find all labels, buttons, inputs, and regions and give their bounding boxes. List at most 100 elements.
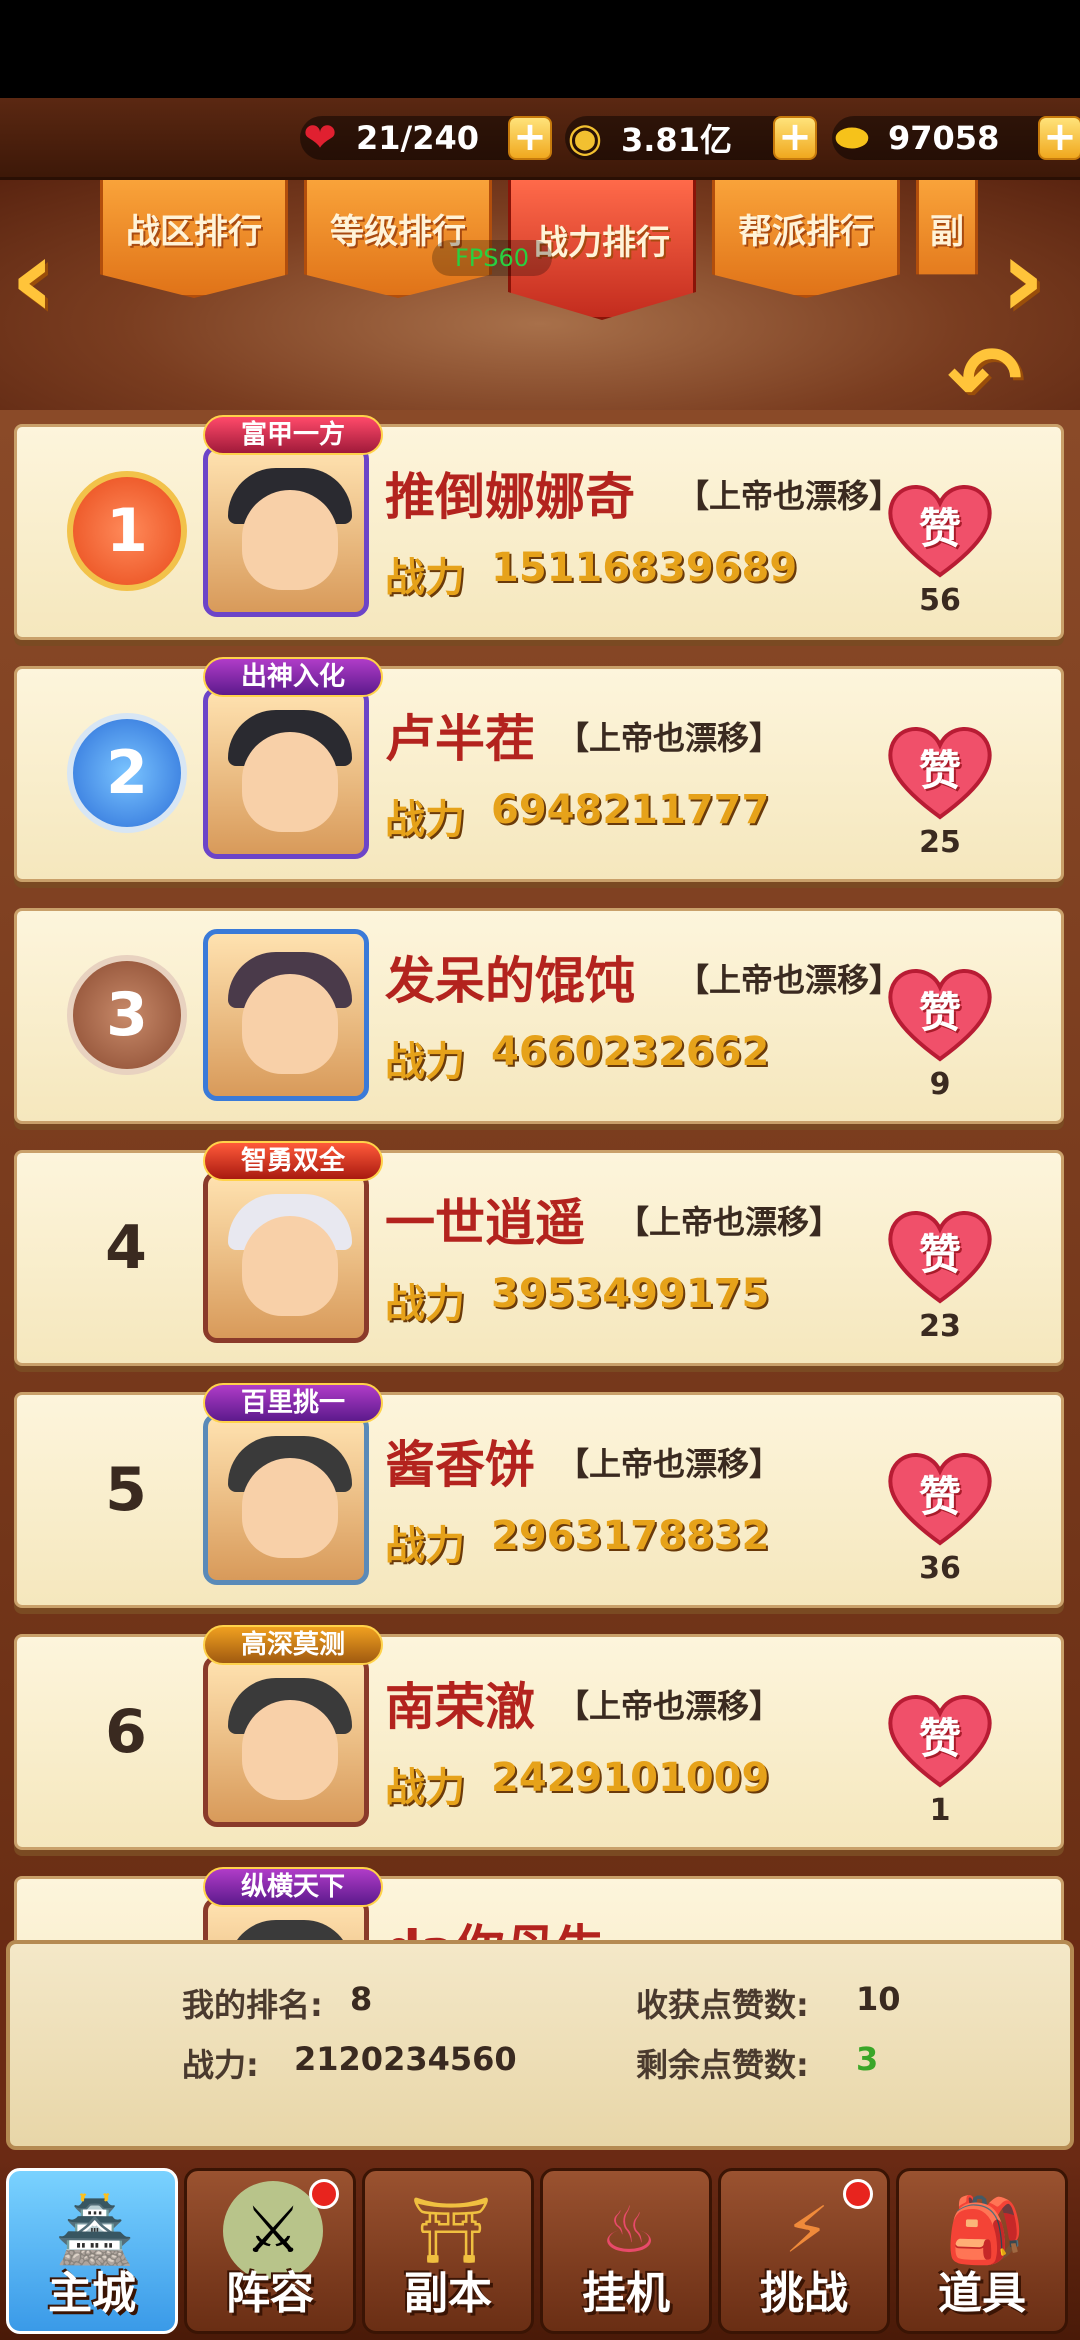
nav-items[interactable]: 🎒 道具 <box>896 2168 1068 2334</box>
avatar[interactable] <box>203 929 369 1101</box>
like-label: 赞 <box>918 988 961 1037</box>
title-badge: 富甲一方 <box>203 415 383 455</box>
like-button[interactable]: 赞 <box>883 1689 997 1789</box>
ranking-row: 纵横天下 da你母牛 <box>14 1867 1064 1940</box>
tab-level-rank[interactable]: 等级排行 <box>304 180 492 298</box>
add-ingot-button[interactable]: + <box>1038 116 1080 160</box>
player-name: 南荣澈 <box>385 1678 535 1736</box>
bottom-nav: 🏯 主城 ⚔ 阵容 ⛩ 副本 ♨ 挂机 ⚡ 挑战 🎒 道具 <box>0 2160 1080 2340</box>
nav-formation[interactable]: ⚔ 阵容 <box>184 2168 356 2334</box>
likes-received-label: 收获点赞数: <box>636 1986 809 2024</box>
nav-idle[interactable]: ♨ 挂机 <box>540 2168 712 2334</box>
player-name: 发呆的馄饨 <box>385 952 635 1010</box>
like-count: 1 <box>929 1793 951 1828</box>
nav-label: 副本 <box>404 2268 492 2319</box>
my-rank-label: 我的排名: <box>182 1986 323 2024</box>
avatar[interactable] <box>203 445 369 617</box>
nav-label: 挑战 <box>760 2268 848 2319</box>
like-button[interactable]: 赞 <box>883 721 997 821</box>
my-rank-summary: 我的排名: 8 战力: 2120234560 收获点赞数: 10 剩余点赞数: … <box>6 1940 1074 2150</box>
status-bar <box>0 0 1080 98</box>
tab-bar: ‹ 战区排行 等级排行 战力排行 帮派排行 副 › <box>0 180 1080 420</box>
ranking-row: 3 发呆的馄饨 【上帝也漂移】 战力 4660232662 赞 9 <box>14 908 1064 1124</box>
fps-counter: FPS60 <box>432 240 552 276</box>
power-label: 战力 <box>385 555 465 601</box>
avatar[interactable] <box>203 1171 369 1343</box>
like-count: 25 <box>919 825 961 860</box>
notification-dot <box>843 2179 873 2209</box>
like-button[interactable]: 赞 <box>883 1447 997 1547</box>
like-button[interactable]: 赞 <box>883 963 997 1063</box>
notification-dot <box>309 2179 339 2209</box>
my-power-value: 2120234560 <box>294 2040 517 2078</box>
ingot-display: ⬬ 97058 + <box>832 112 1080 164</box>
tab-next-arrow-icon[interactable]: › <box>1000 223 1070 338</box>
coin-value: 3.81亿 <box>621 121 732 159</box>
title-badge: 百里挑一 <box>203 1383 383 1423</box>
nav-label: 阵容 <box>226 2268 314 2319</box>
power-label: 战力 <box>385 1765 465 1811</box>
rank-number: 6 <box>105 1697 147 1767</box>
my-rank-value: 8 <box>350 1980 373 2018</box>
my-power-label: 战力: <box>182 2046 259 2084</box>
power-label: 战力 <box>385 1039 465 1085</box>
power-value: 4660232662 <box>491 1029 770 1075</box>
tab-label: 副 <box>930 212 964 252</box>
like-button[interactable]: 赞 <box>883 479 997 579</box>
tab-prev-arrow-icon[interactable]: ‹ <box>10 223 80 338</box>
add-stamina-button[interactable]: + <box>508 116 552 160</box>
rank-number: 4 <box>105 1213 147 1283</box>
ranking-list[interactable]: 1 富甲一方 推倒娜娜奇 【上帝也漂移】 战力 15116839689 赞 56… <box>0 410 1080 1940</box>
ranking-row: 1 富甲一方 推倒娜娜奇 【上帝也漂移】 战力 15116839689 赞 56 <box>14 415 1064 640</box>
like-label: 赞 <box>918 1230 961 1279</box>
power-label: 战力 <box>385 1281 465 1327</box>
power-value: 15116839689 <box>491 545 798 591</box>
power-label: 战力 <box>385 1523 465 1569</box>
avatar[interactable] <box>203 687 369 859</box>
like-count: 9 <box>929 1067 951 1102</box>
like-count: 36 <box>919 1551 961 1586</box>
rank-number: 3 <box>106 980 148 1050</box>
coin-display: ◉ 3.81亿 + <box>565 112 817 164</box>
currency-bar: ❤ 21/240 + ◉ 3.81亿 + ⬬ 97058 + <box>0 98 1080 180</box>
heart-stamina-icon: ❤ <box>303 115 337 161</box>
nav-challenge[interactable]: ⚡ 挑战 <box>718 2168 890 2334</box>
ingot-value: 97058 <box>888 119 1000 157</box>
nav-label: 主城 <box>48 2268 136 2319</box>
player-name: 一世逍遥 <box>385 1194 585 1252</box>
like-label: 赞 <box>918 1714 961 1763</box>
add-coin-button[interactable]: + <box>773 116 817 160</box>
power-value: 6948211777 <box>491 787 770 833</box>
server-name: 【上帝也漂移】 <box>617 1203 842 1241</box>
avatar[interactable] <box>203 1413 369 1585</box>
server-name: 【上帝也漂移】 <box>557 1687 782 1725</box>
silver-medal-icon: 2 <box>67 713 187 833</box>
player-name: da你母牛 <box>385 1909 605 1940</box>
server-name: 【上帝也漂移】 <box>677 961 902 999</box>
like-count: 23 <box>919 1309 961 1344</box>
like-label: 赞 <box>918 1472 961 1521</box>
stamina-display: ❤ 21/240 + <box>300 112 552 164</box>
title-badge: 纵横天下 <box>203 1867 383 1907</box>
gold-ingot-icon: ⬬ <box>834 115 870 161</box>
server-name: 【上帝也漂移】 <box>677 477 902 515</box>
like-button[interactable]: 赞 <box>883 1205 997 1305</box>
tab-guild-rank[interactable]: 帮派排行 <box>712 180 900 298</box>
like-label: 赞 <box>918 504 961 553</box>
tab-zone-rank[interactable]: 战区排行 <box>100 180 288 298</box>
title-badge: 高深莫测 <box>203 1625 383 1665</box>
likes-remaining-label: 剩余点赞数: <box>636 2046 809 2084</box>
likes-received-value: 10 <box>856 1980 901 2018</box>
ranking-row: 6 高深莫测 南荣澈 【上帝也漂移】 战力 2429101009 赞 1 <box>14 1625 1064 1850</box>
nav-main-city[interactable]: 🏯 主城 <box>6 2168 178 2334</box>
coin-icon: ◉ <box>567 115 603 161</box>
tab-label: 帮派排行 <box>738 212 874 252</box>
server-name: 【上帝也漂移】 <box>557 719 782 757</box>
tab-label: 战区排行 <box>126 212 262 252</box>
avatar[interactable] <box>203 1655 369 1827</box>
title-badge: 智勇双全 <box>203 1141 383 1181</box>
nav-dungeon[interactable]: ⛩ 副本 <box>362 2168 534 2334</box>
player-name: 酱香饼 <box>385 1436 535 1494</box>
tab-dungeon-rank[interactable]: 副 <box>916 180 978 275</box>
bronze-medal-icon: 3 <box>67 955 187 1075</box>
